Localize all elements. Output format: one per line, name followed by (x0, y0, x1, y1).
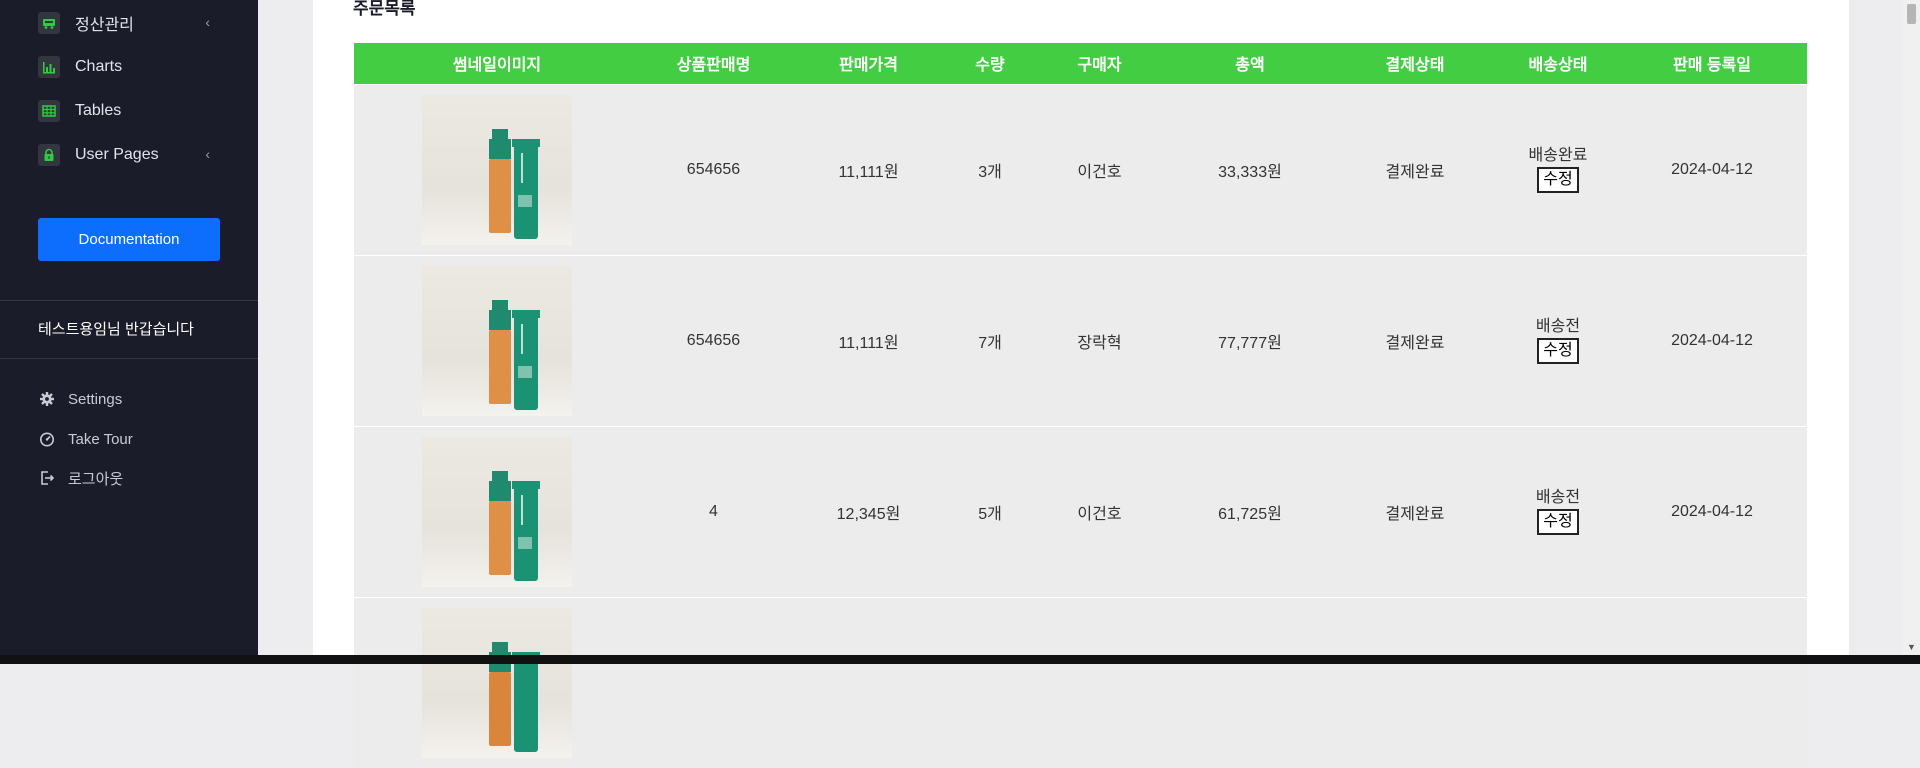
column-header: 결제상태 (1385, 57, 1445, 75)
payment-status-cell: 결제완료 (1385, 334, 1445, 352)
shipping-status-cell: 배송전 수정 (1499, 426, 1617, 597)
date-cell (1617, 597, 1807, 768)
divider (0, 300, 258, 301)
documentation-button[interactable]: Documentation (38, 218, 220, 261)
sidebar-item-settlement[interactable]: 정산관리 ‹ (38, 8, 218, 38)
logout-icon (38, 469, 56, 487)
chevron-left-icon: ‹ (205, 14, 210, 30)
sidebar-item-label: Tables (75, 102, 122, 119)
sidebar-item-label: 정산관리 (75, 17, 134, 34)
payment-status-cell: 결제완료 (1385, 163, 1445, 181)
buyer-cell: 장락혁 (1077, 334, 1122, 352)
column-header: 구매자 (1077, 57, 1122, 75)
product-thumbnail[interactable] (422, 607, 572, 758)
buyer-cell: 이건호 (1077, 163, 1122, 181)
chevron-left-icon: ‹ (205, 146, 210, 162)
take-tour-link[interactable]: Take Tour (38, 426, 228, 452)
product-name-cell (640, 597, 787, 768)
table-header-row: 썸네일이미지 상품판매명 판매가격 수량 구매자 총액 결제상태 배송상태 판매… (354, 43, 1807, 84)
total-cell (1169, 597, 1331, 768)
thumbnail-cell (354, 426, 640, 597)
product-thumbnail[interactable] (422, 436, 572, 587)
vertical-scrollbar[interactable]: ▲ ▼ (1903, 0, 1920, 655)
column-header: 판매 등록일 (1672, 57, 1752, 75)
payment-status-cell: 결제완료 (1385, 505, 1445, 523)
price-cell: 11,111원 (838, 334, 899, 352)
scroll-down-arrow[interactable]: ▼ (1903, 641, 1920, 653)
product-thumbnail[interactable] (422, 94, 572, 245)
table-row: 654656 11,111원 7개 장락혁 77,777원 결제완료 배송전 수… (354, 255, 1807, 426)
price-cell (787, 597, 950, 768)
table-row (354, 597, 1807, 768)
sidebar-item-user-pages[interactable]: User Pages ‹ (38, 140, 218, 170)
total-cell: 33,333원 (1218, 163, 1282, 181)
shipping-status-cell (1499, 597, 1617, 768)
column-header: 수량 (975, 57, 1005, 75)
quantity-cell: 7개 (978, 334, 1002, 352)
buyer-cell (1030, 597, 1169, 768)
product-thumbnail[interactable] (422, 265, 572, 416)
taskbar-strip (0, 655, 1920, 664)
shipping-status-text: 배송전 (1535, 318, 1581, 335)
thumbnail-cell (354, 597, 640, 768)
date-cell: 2024-04-12 (1671, 331, 1753, 349)
thumbnail-cell (354, 255, 640, 426)
thumbnail-cell (354, 84, 640, 255)
product-name-cell: 654656 (686, 331, 741, 349)
page-title: 주문목록 (353, 0, 416, 18)
quantity-cell: 5개 (978, 505, 1002, 523)
sidebar-item-label: User Pages (75, 146, 159, 163)
sidebar: 정산관리 ‹ Charts Tables User Pages ‹ Docume… (0, 0, 258, 655)
edit-button[interactable]: 수정 (1537, 509, 1579, 535)
bar-chart-icon (38, 56, 60, 78)
settings-label: Settings (68, 390, 123, 408)
date-cell: 2024-04-12 (1671, 160, 1753, 178)
price-cell: 11,111원 (838, 163, 899, 181)
column-header: 판매가격 (839, 57, 898, 75)
quantity-cell (950, 597, 1030, 768)
gauge-icon (38, 430, 56, 448)
quantity-cell: 3개 (978, 163, 1002, 181)
take-tour-label: Take Tour (68, 430, 133, 448)
column-header: 상품판매명 (676, 57, 751, 75)
total-cell: 61,725원 (1218, 505, 1282, 523)
shipping-status-cell: 배송완료 수정 (1499, 84, 1617, 255)
edit-button[interactable]: 수정 (1537, 167, 1579, 193)
sidebar-item-tables[interactable]: Tables (38, 96, 218, 126)
scrollbar-thumb[interactable] (1907, 4, 1916, 24)
shipping-status-cell: 배송전 수정 (1499, 255, 1617, 426)
total-cell: 77,777원 (1218, 334, 1282, 352)
column-header: 썸네일이미지 (452, 57, 542, 75)
buyer-cell: 이건호 (1077, 505, 1122, 523)
truck-icon (38, 12, 60, 34)
product-name-cell: 654656 (686, 160, 741, 178)
date-cell: 2024-04-12 (1671, 502, 1753, 520)
settings-link[interactable]: Settings (38, 386, 228, 412)
gear-icon (38, 390, 56, 408)
sidebar-item-charts[interactable]: Charts (38, 52, 218, 82)
column-header: 배송상태 (1528, 57, 1588, 75)
shipping-status-text: 배송전 (1535, 489, 1581, 506)
table-icon (38, 100, 60, 122)
logout-label: 로그아웃 (68, 470, 124, 488)
shipping-status-text: 배송완료 (1528, 147, 1588, 164)
logout-link[interactable]: 로그아웃 (38, 465, 228, 491)
greeting-text: 테스트용임님 반갑습니다 (38, 321, 194, 338)
column-header: 총액 (1235, 57, 1265, 75)
lock-icon (38, 144, 60, 166)
edit-button[interactable]: 수정 (1537, 338, 1579, 364)
product-name-cell: 4 (709, 502, 718, 520)
table-row: 654656 11,111원 3개 이건호 33,333원 결제완료 배송완료 … (354, 84, 1807, 255)
price-cell: 12,345원 (836, 505, 901, 523)
payment-status-cell (1331, 597, 1499, 768)
divider (0, 358, 258, 359)
sidebar-item-label: Charts (75, 58, 123, 75)
table-row: 4 12,345원 5개 이건호 61,725원 결제완료 배송전 수정 202… (354, 426, 1807, 597)
